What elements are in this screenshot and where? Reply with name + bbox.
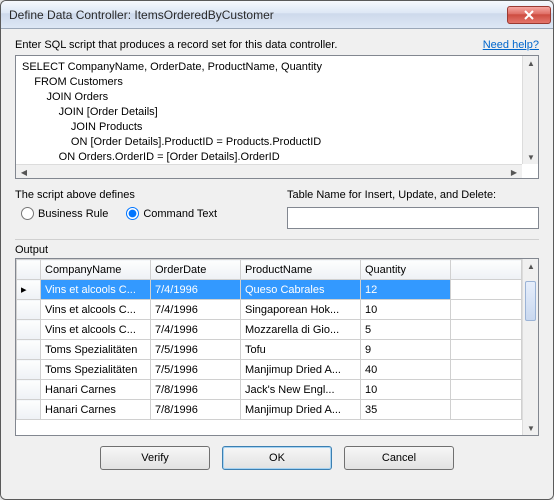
table-name-group: Table Name for Insert, Update, and Delet… <box>287 189 539 229</box>
column-header[interactable]: CompanyName <box>41 260 151 280</box>
close-button[interactable] <box>507 6 551 24</box>
radio-command-text-input[interactable] <box>126 207 139 220</box>
row-indicator <box>17 320 41 340</box>
cell-spacer <box>451 320 522 340</box>
scrollbar-thumb[interactable] <box>525 281 536 321</box>
cell-spacer <box>451 300 522 320</box>
scroll-up-icon[interactable]: ▲ <box>523 56 539 70</box>
cell[interactable]: Queso Cabrales <box>241 280 361 300</box>
cell[interactable]: 7/4/1996 <box>151 280 241 300</box>
cell[interactable]: 7/5/1996 <box>151 360 241 380</box>
grid-vertical-scrollbar[interactable]: ▲ ▼ <box>522 259 538 435</box>
scroll-down-icon[interactable]: ▼ <box>523 421 539 435</box>
cell[interactable]: Hanari Carnes <box>41 400 151 420</box>
radio-command-text[interactable]: Command Text <box>126 207 217 220</box>
cell[interactable]: Jack's New Engl... <box>241 380 361 400</box>
radio-business-rule[interactable]: Business Rule <box>21 207 108 220</box>
row-indicator <box>17 380 41 400</box>
column-header[interactable]: OrderDate <box>151 260 241 280</box>
cell[interactable]: Toms Spezialitäten <box>41 340 151 360</box>
row-indicator <box>17 300 41 320</box>
cell[interactable]: 35 <box>361 400 451 420</box>
cell-spacer <box>451 280 522 300</box>
cancel-button[interactable]: Cancel <box>344 446 454 470</box>
table-row[interactable]: Vins et alcools C...7/4/1996Singaporean … <box>17 300 522 320</box>
cell-spacer <box>451 400 522 420</box>
row-indicator: ▸ <box>17 280 41 300</box>
scroll-down-icon[interactable]: ▼ <box>523 150 539 164</box>
cell[interactable]: 10 <box>361 380 451 400</box>
cell[interactable]: 12 <box>361 280 451 300</box>
row-indicator <box>17 360 41 380</box>
output-table[interactable]: CompanyName OrderDate ProductName Quanti… <box>16 259 522 420</box>
cell-spacer <box>451 380 522 400</box>
table-row[interactable]: Toms Spezialitäten7/5/1996Manjimup Dried… <box>17 360 522 380</box>
sql-script-input[interactable]: SELECT CompanyName, OrderDate, ProductNa… <box>15 55 539 179</box>
cell[interactable]: Vins et alcools C... <box>41 320 151 340</box>
table-row[interactable]: Toms Spezialitäten7/5/1996Tofu9 <box>17 340 522 360</box>
window-buttons <box>507 6 551 24</box>
table-row[interactable]: Hanari Carnes7/8/1996Manjimup Dried A...… <box>17 400 522 420</box>
script-defines-group: The script above defines Business Rule C… <box>15 189 267 229</box>
row-indicator <box>17 400 41 420</box>
cell[interactable]: Vins et alcools C... <box>41 280 151 300</box>
radio-command-text-label: Command Text <box>143 208 217 220</box>
output-grid[interactable]: CompanyName OrderDate ProductName Quanti… <box>15 258 539 436</box>
row-indicator <box>17 340 41 360</box>
cell[interactable]: 7/4/1996 <box>151 300 241 320</box>
column-header-spacer <box>451 260 522 280</box>
separator <box>15 239 539 240</box>
sql-horizontal-scrollbar[interactable]: ◀ ▶ <box>16 164 522 178</box>
cell[interactable]: Toms Spezialitäten <box>41 360 151 380</box>
cell-spacer <box>451 360 522 380</box>
cell[interactable]: Tofu <box>241 340 361 360</box>
cell[interactable]: Hanari Carnes <box>41 380 151 400</box>
column-header[interactable]: ProductName <box>241 260 361 280</box>
table-name-label: Table Name for Insert, Update, and Delet… <box>287 189 539 201</box>
dialog-window: Define Data Controller: ItemsOrderedByCu… <box>0 0 554 500</box>
window-title: Define Data Controller: ItemsOrderedByCu… <box>9 8 507 22</box>
cell[interactable]: 7/5/1996 <box>151 340 241 360</box>
help-link[interactable]: Need help? <box>483 39 539 51</box>
cell[interactable]: Mozzarella di Gio... <box>241 320 361 340</box>
sql-vertical-scrollbar[interactable]: ▲ ▼ <box>522 56 538 164</box>
cell[interactable]: 9 <box>361 340 451 360</box>
cell[interactable]: Vins et alcools C... <box>41 300 151 320</box>
prompt-text: Enter SQL script that produces a record … <box>15 39 337 51</box>
table-row[interactable]: ▸Vins et alcools C...7/4/1996Queso Cabra… <box>17 280 522 300</box>
cell[interactable]: 10 <box>361 300 451 320</box>
scroll-right-icon[interactable]: ▶ <box>506 165 522 179</box>
dialog-buttons: Verify OK Cancel <box>15 436 539 472</box>
cell[interactable]: 5 <box>361 320 451 340</box>
scroll-left-icon[interactable]: ◀ <box>16 165 32 179</box>
radio-business-rule-input[interactable] <box>21 207 34 220</box>
script-defines-label: The script above defines <box>15 189 267 201</box>
client-area: Enter SQL script that produces a record … <box>1 29 553 499</box>
table-row[interactable]: Hanari Carnes7/8/1996Jack's New Engl...1… <box>17 380 522 400</box>
cell[interactable]: Manjimup Dried A... <box>241 360 361 380</box>
cell-spacer <box>451 340 522 360</box>
table-name-input[interactable] <box>287 207 539 229</box>
cell[interactable]: 7/4/1996 <box>151 320 241 340</box>
scroll-up-icon[interactable]: ▲ <box>523 259 539 273</box>
titlebar[interactable]: Define Data Controller: ItemsOrderedByCu… <box>1 1 553 29</box>
cell[interactable]: Manjimup Dried A... <box>241 400 361 420</box>
ok-button[interactable]: OK <box>222 446 332 470</box>
cell[interactable]: 40 <box>361 360 451 380</box>
cell[interactable]: 7/8/1996 <box>151 400 241 420</box>
verify-button[interactable]: Verify <box>100 446 210 470</box>
sql-text: SELECT CompanyName, OrderDate, ProductNa… <box>22 61 322 178</box>
table-row[interactable]: Vins et alcools C...7/4/1996Mozzarella d… <box>17 320 522 340</box>
cell[interactable]: 7/8/1996 <box>151 380 241 400</box>
row-header-corner <box>17 260 41 280</box>
output-label: Output <box>15 244 539 256</box>
column-header[interactable]: Quantity <box>361 260 451 280</box>
radio-business-rule-label: Business Rule <box>38 208 108 220</box>
cell[interactable]: Singaporean Hok... <box>241 300 361 320</box>
